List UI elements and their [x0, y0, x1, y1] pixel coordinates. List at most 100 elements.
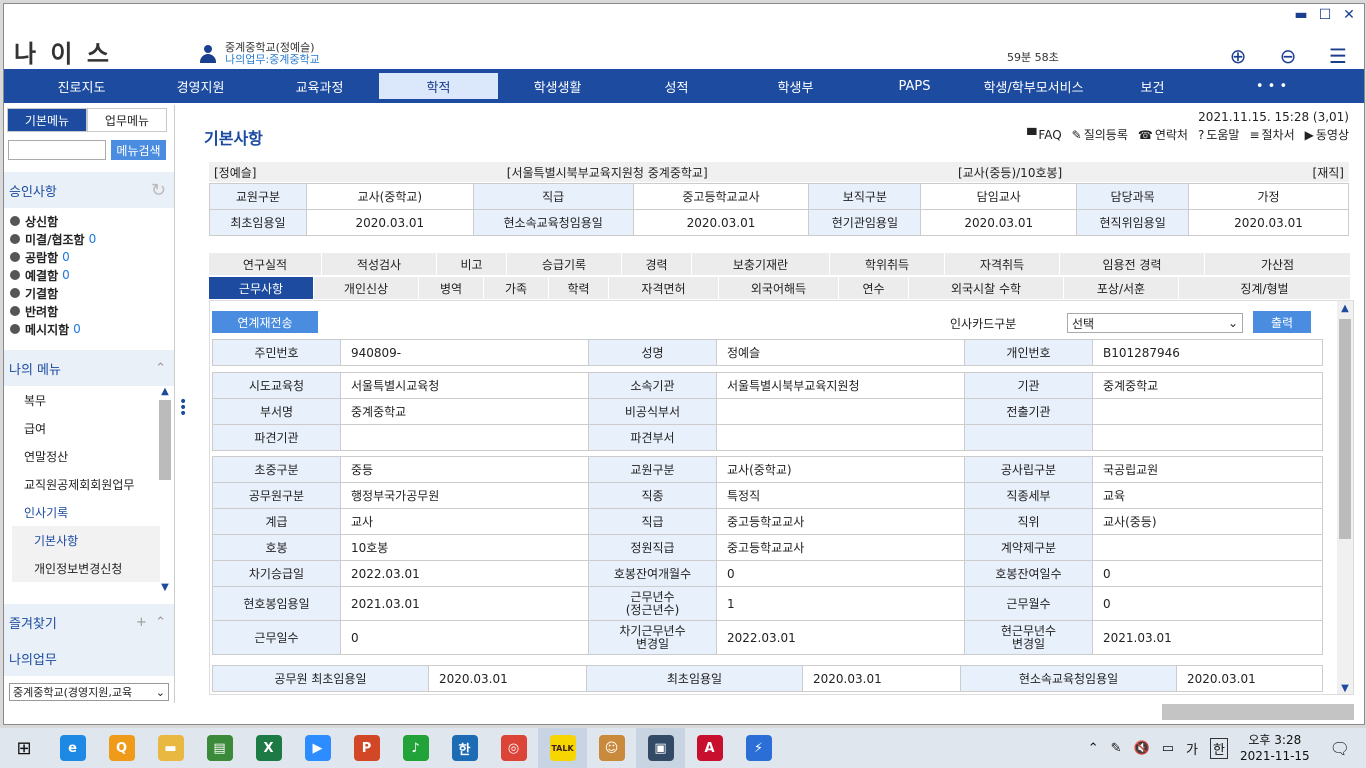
sidebar-scrollbar[interactable]: ▲ ▼ [158, 386, 172, 596]
video-link[interactable]: ▶ 동영상 [1305, 126, 1349, 143]
record-tab[interactable]: 개인신상 [314, 277, 419, 299]
record-tab[interactable]: 외국어해득 [719, 277, 839, 299]
avatar-app-icon[interactable]: ☺ [587, 728, 636, 768]
hangul-indicator[interactable]: 한 [1209, 737, 1228, 759]
nav-tab[interactable]: 학생/학부모서비스 [974, 69, 1093, 103]
bolt-app-icon[interactable]: ⚡ [734, 728, 783, 768]
detail-scrollbar[interactable]: ▲ ▼ [1337, 301, 1353, 694]
hamburger-menu-icon[interactable]: ☰ [1326, 44, 1350, 68]
refresh-icon[interactable]: ↻ [151, 180, 166, 201]
nav-tab[interactable]: 진로지도 [22, 69, 141, 103]
menu-search-input[interactable] [8, 140, 106, 160]
nav-more-button[interactable]: • • • [1212, 69, 1331, 103]
record-tab[interactable]: 연수 [839, 277, 909, 299]
retransfer-button[interactable]: 연계재전송 [212, 311, 318, 333]
print-button[interactable]: 출력 [1253, 311, 1311, 333]
record-tab[interactable]: 연구실적 [209, 253, 322, 275]
record-tab[interactable]: 승급기록 [507, 253, 622, 275]
chevron-up-icon[interactable]: ⌃ [1088, 741, 1099, 756]
submenu-item[interactable]: 개인정보변경신청 [12, 554, 160, 582]
mymenu-section-header[interactable]: 나의 메뉴 ⌃ [4, 350, 174, 386]
procedure-link[interactable]: ≡ 절차서 [1249, 126, 1294, 143]
record-tab-active[interactable]: 근무사항 [209, 277, 314, 299]
ime-indicator[interactable]: 가 [1186, 739, 1198, 758]
list-item[interactable]: 미결/협조함 0 [10, 230, 174, 248]
kakaotalk-icon[interactable]: TALK [538, 728, 587, 768]
chevron-up-icon[interactable]: ⌃ [155, 361, 166, 376]
contact-link[interactable]: ☎ 연락처 [1138, 126, 1188, 143]
zoom-out-icon[interactable]: ⊖ [1276, 44, 1300, 68]
menu-item-hr-records[interactable]: 인사기록 [4, 498, 174, 526]
record-tab[interactable]: 외국시찰 수학 [909, 277, 1064, 299]
record-tab[interactable]: 가족 [484, 277, 549, 299]
help-link[interactable]: ? 도움말 [1198, 126, 1240, 143]
record-tab[interactable]: 경력 [622, 253, 692, 275]
volume-mute-icon[interactable]: 🔇 [1134, 741, 1150, 756]
tab-basic-menu[interactable]: 기본메뉴 [7, 108, 87, 132]
record-tab[interactable]: 포상/서훈 [1064, 277, 1179, 299]
nav-tab[interactable]: 학생생활 [498, 69, 617, 103]
menu-item[interactable]: 연말정산 [4, 442, 174, 470]
add-icon[interactable]: + [136, 615, 147, 630]
record-tab[interactable]: 임용전 경력 [1060, 253, 1205, 275]
sidebar-drag-handle[interactable]: • • • [179, 395, 187, 421]
faq-link[interactable]: ▀ FAQ [1027, 126, 1061, 143]
record-tab[interactable]: 학위취득 [830, 253, 945, 275]
app-logo[interactable]: 나 이 스 [14, 34, 112, 69]
list-item[interactable]: 공람함 0 [10, 248, 174, 266]
folder-icon[interactable]: ▬ [146, 728, 195, 768]
hwp-doc-icon[interactable]: ▤ [195, 728, 244, 768]
network-icon[interactable]: ▭ [1162, 741, 1174, 756]
user-dept-link[interactable]: 나의업무:중계중학교 [225, 54, 320, 66]
notification-icon[interactable]: 🗨 [1330, 739, 1350, 758]
scroll-thumb[interactable] [159, 400, 171, 480]
zoom-icon[interactable]: ▶ [293, 728, 342, 768]
chevron-up-icon[interactable]: ⌃ [155, 615, 166, 630]
card-type-select[interactable]: 선택 ⌄ [1067, 313, 1243, 333]
menu-item[interactable]: 교직원공제회회원업무 [4, 470, 174, 498]
menu-item[interactable]: 급여 [4, 414, 174, 442]
record-tab[interactable]: 보충기재란 [692, 253, 830, 275]
zoom-in-icon[interactable]: ⊕ [1226, 44, 1250, 68]
list-item[interactable]: 상신함 [10, 212, 174, 230]
list-item[interactable]: 메시지함 0 [10, 320, 174, 338]
windows-start-icon[interactable]: ⊞ [0, 728, 48, 768]
tab-work-menu[interactable]: 업무메뉴 [87, 108, 167, 132]
powerpoint-icon[interactable]: P [342, 728, 391, 768]
scroll-down-icon[interactable]: ▼ [1337, 683, 1353, 694]
menu-search-button[interactable]: 메뉴검색 [111, 140, 166, 160]
submenu-item-active[interactable]: 기본사항 [12, 526, 160, 554]
nav-tab[interactable]: 보건 [1093, 69, 1212, 103]
nav-tab[interactable]: 교육과정 [260, 69, 379, 103]
nav-tab-active[interactable]: 학적 [379, 73, 498, 99]
pdf-icon[interactable]: A [685, 728, 734, 768]
menu-item[interactable]: 복무 [4, 386, 174, 414]
record-tab[interactable]: 비고 [437, 253, 507, 275]
horizontal-scrollbar[interactable] [1162, 704, 1354, 720]
inquiry-link[interactable]: ✎ 질의등록 [1072, 126, 1128, 143]
list-item[interactable]: 예결함 0 [10, 266, 174, 284]
record-tab[interactable]: 적성검사 [322, 253, 437, 275]
chrome-icon[interactable]: ◎ [489, 728, 538, 768]
screen-app-icon[interactable]: ▣ [636, 728, 685, 768]
nav-tab[interactable]: 학생부 [736, 69, 855, 103]
list-item[interactable]: 기결함 [10, 284, 174, 302]
record-tab[interactable]: 자격면허 [609, 277, 719, 299]
nav-tab[interactable]: PAPS [855, 69, 974, 103]
scroll-up-icon[interactable]: ▲ [1337, 303, 1353, 314]
hancom-icon[interactable]: 한 [440, 728, 489, 768]
scroll-up-icon[interactable]: ▲ [158, 386, 172, 400]
record-tab[interactable]: 병역 [419, 277, 484, 299]
favorites-section-header[interactable]: 즐겨찾기 + ⌃ [4, 604, 174, 640]
excel-icon[interactable]: X [244, 728, 293, 768]
search-app-icon[interactable]: Q [97, 728, 146, 768]
work-select[interactable]: 중계중학교(경영지원,교육 ⌄ [9, 683, 169, 701]
mywork-section-header[interactable]: 나의업무 [4, 640, 174, 676]
clock[interactable]: 오후 3:28 2021-11-15 [1240, 732, 1310, 764]
record-tab[interactable]: 가산점 [1205, 253, 1351, 275]
record-tab[interactable]: 자격취득 [945, 253, 1060, 275]
nav-tab[interactable]: 성적 [617, 69, 736, 103]
pen-icon[interactable]: ✎ [1111, 741, 1122, 756]
nav-tab[interactable]: 경영지원 [141, 69, 260, 103]
scroll-down-icon[interactable]: ▼ [158, 582, 172, 596]
